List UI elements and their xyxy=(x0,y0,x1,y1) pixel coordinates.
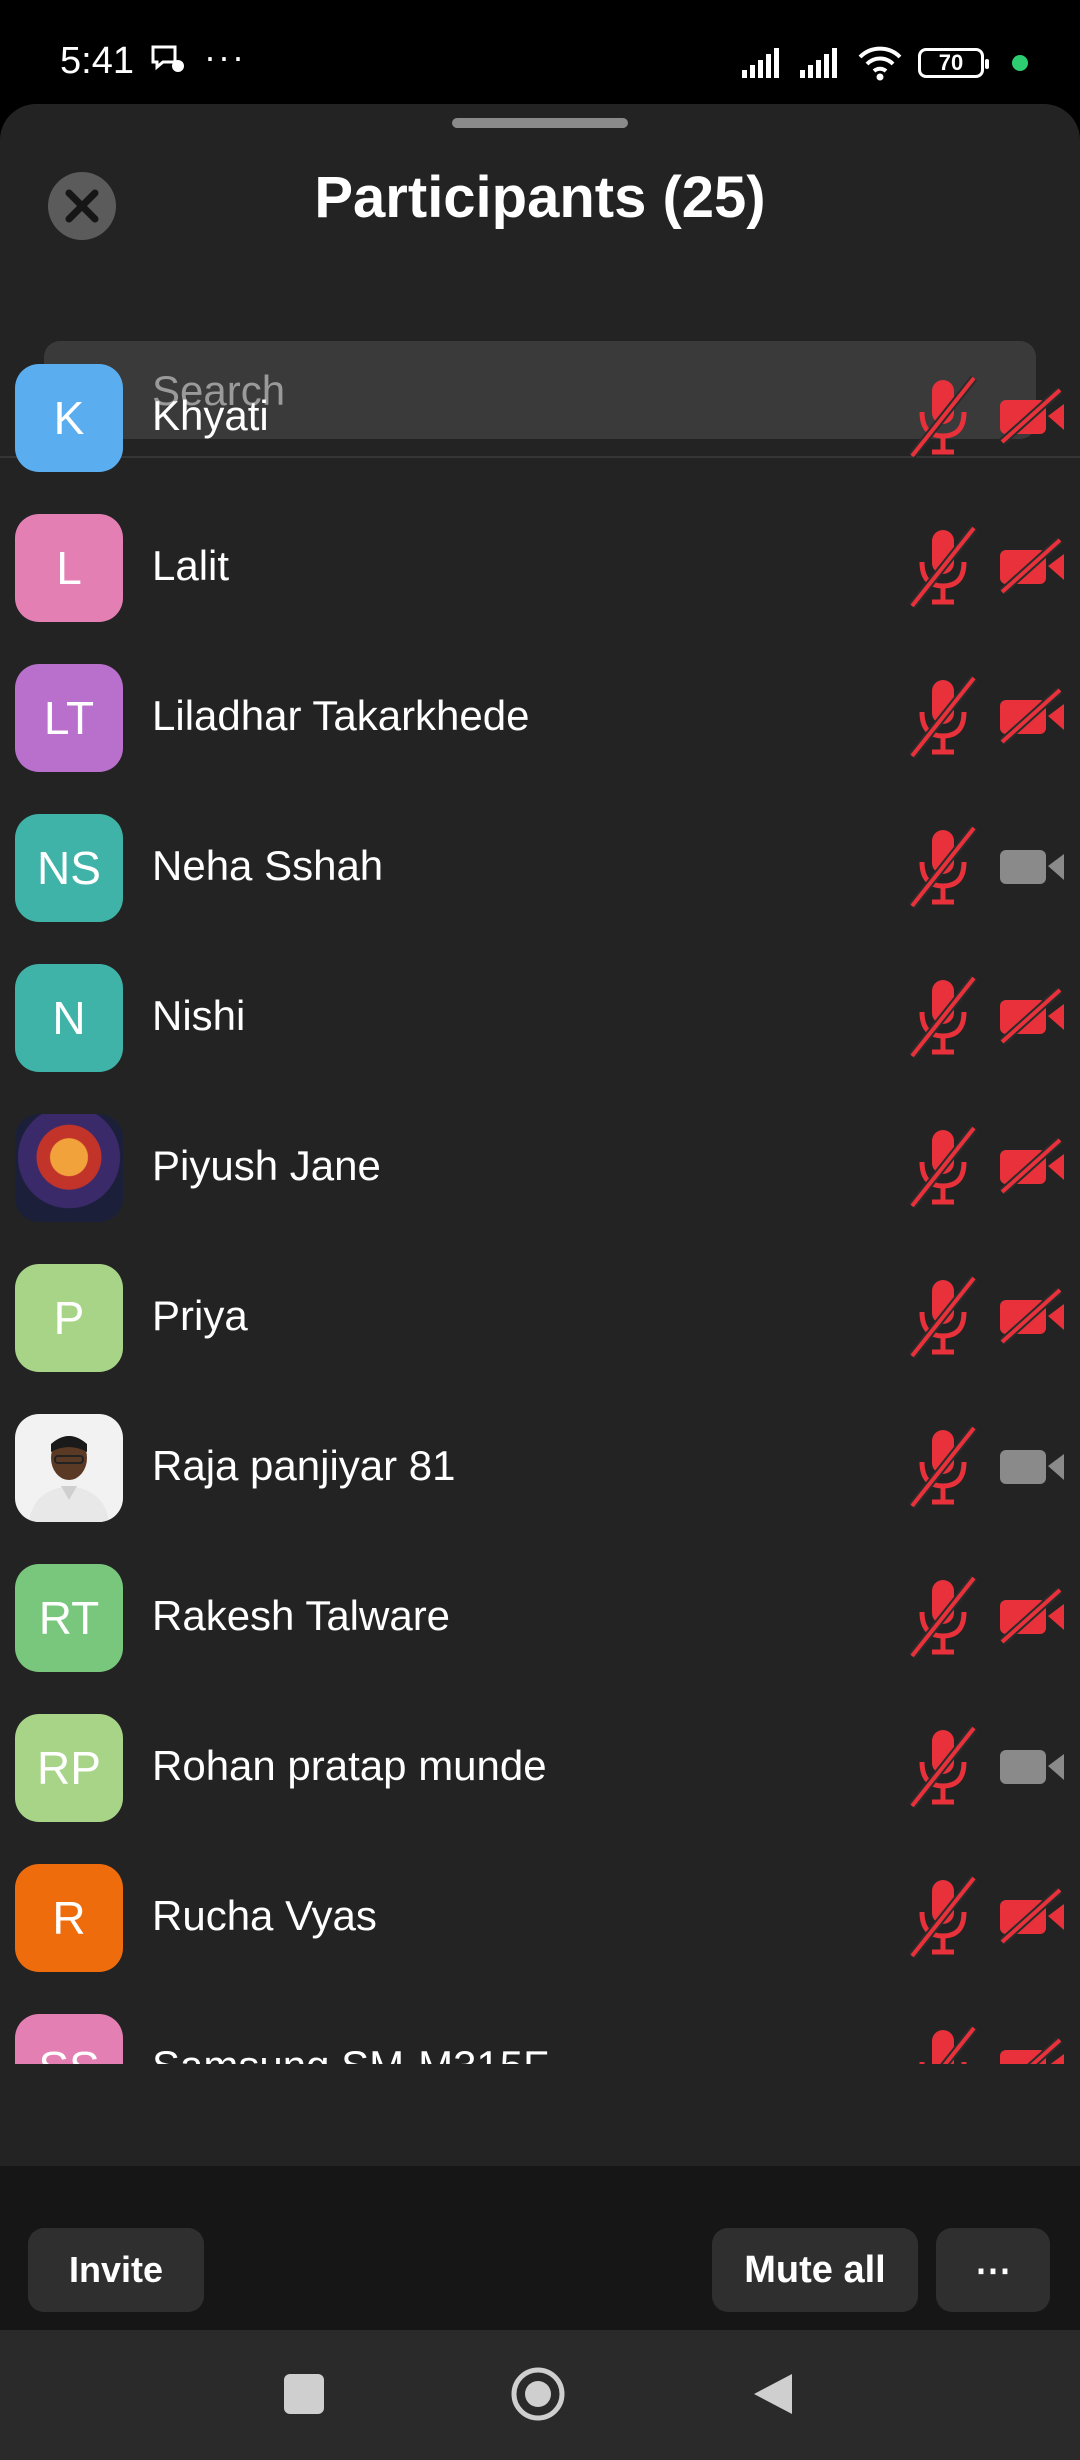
more-notifications-icon: ··· xyxy=(204,36,246,77)
avatar: RP xyxy=(15,1714,123,1822)
camera-on-icon[interactable] xyxy=(998,838,1066,894)
camera-off-icon[interactable] xyxy=(998,388,1066,444)
avatar: N xyxy=(15,964,123,1072)
mic-muted-icon[interactable] xyxy=(908,1274,978,1360)
participant-row[interactable]: Raja panjiyar 81 xyxy=(0,1404,1080,1554)
invite-button[interactable]: Invite xyxy=(28,2228,204,2312)
mic-muted-icon[interactable] xyxy=(908,524,978,610)
avatar: SS xyxy=(15,2014,123,2064)
status-bar: 5:41 ··· 70 xyxy=(0,0,1080,104)
participant-name: Priya xyxy=(152,1292,248,1339)
participant-row[interactable]: R Rucha Vyas xyxy=(0,1854,1080,2004)
participant-row[interactable]: RT Rakesh Talware xyxy=(0,1554,1080,1704)
bottom-toolbar: Invite Mute all ⋯ xyxy=(0,2166,1080,2330)
battery-indicator: 70 xyxy=(918,48,989,78)
camera-off-icon[interactable] xyxy=(998,1288,1066,1344)
recents-button[interactable] xyxy=(284,2374,324,2414)
participant-name: Raja panjiyar 81 xyxy=(152,1442,456,1489)
mic-muted-icon[interactable] xyxy=(908,374,978,460)
participant-row[interactable]: RP Rohan pratap munde xyxy=(0,1704,1080,1854)
chat-notification-icon xyxy=(151,45,184,72)
participant-row[interactable]: P Priya xyxy=(0,1254,1080,1404)
camera-off-icon[interactable] xyxy=(998,988,1066,1044)
avatar: L xyxy=(15,514,123,622)
participant-name: Rohan pratap munde xyxy=(152,1742,547,1789)
camera-off-icon[interactable] xyxy=(998,538,1066,594)
signal-icon xyxy=(742,48,779,78)
camera-off-icon[interactable] xyxy=(998,1138,1066,1194)
participant-row[interactable]: LT Liladhar Takarkhede xyxy=(0,654,1080,804)
avatar xyxy=(15,1414,123,1522)
signal-icon-2 xyxy=(800,48,837,78)
participant-row[interactable]: SS Samsung SM-M315F xyxy=(0,2004,1080,2064)
drag-handle[interactable] xyxy=(452,118,628,128)
participant-row[interactable]: K Khyati xyxy=(0,354,1080,504)
camera-on-icon[interactable] xyxy=(998,1738,1066,1794)
participant-name: Liladhar Takarkhede xyxy=(152,692,530,739)
home-button[interactable] xyxy=(510,2366,566,2422)
page-title: Participants (25) xyxy=(314,165,766,230)
mute-all-button[interactable]: Mute all xyxy=(712,2228,918,2312)
privacy-indicator-dot xyxy=(1012,55,1028,71)
camera-on-icon[interactable] xyxy=(998,1438,1066,1494)
camera-off-icon[interactable] xyxy=(998,688,1066,744)
participant-name: Neha Sshah xyxy=(152,842,384,889)
avatar xyxy=(15,1114,123,1222)
avatar: RT xyxy=(15,1564,123,1672)
participant-row[interactable]: N Nishi xyxy=(0,954,1080,1104)
participant-name: Lalit xyxy=(152,542,230,589)
participant-row[interactable]: NS Neha Sshah xyxy=(0,804,1080,954)
camera-off-icon[interactable] xyxy=(998,1888,1066,1944)
mic-muted-icon[interactable] xyxy=(908,674,978,760)
mic-muted-icon[interactable] xyxy=(908,1424,978,1510)
mic-muted-icon[interactable] xyxy=(908,1124,978,1210)
camera-off-icon[interactable] xyxy=(998,1588,1066,1644)
participant-row[interactable]: Piyush Jane xyxy=(0,1104,1080,1254)
participant-row[interactable]: L Lalit xyxy=(0,504,1080,654)
mic-muted-icon[interactable] xyxy=(908,1574,978,1660)
participant-name: Piyush Jane xyxy=(152,1142,381,1189)
participant-name: Nishi xyxy=(152,992,246,1039)
participant-name: Rakesh Talware xyxy=(152,1592,451,1639)
wifi-icon xyxy=(858,46,902,81)
mic-muted-icon[interactable] xyxy=(908,1724,978,1810)
mic-muted-icon[interactable] xyxy=(908,974,978,1060)
more-options-button[interactable]: ⋯ xyxy=(936,2228,1050,2312)
participant-name: Samsung SM-M315F xyxy=(152,2042,549,2064)
avatar: P xyxy=(15,1264,123,1372)
system-navigation-bar xyxy=(0,2330,1080,2460)
mic-muted-icon[interactable] xyxy=(908,2024,978,2064)
camera-off-icon[interactable] xyxy=(998,2038,1066,2064)
avatar: NS xyxy=(15,814,123,922)
back-button[interactable] xyxy=(750,2370,796,2418)
mic-muted-icon[interactable] xyxy=(908,1874,978,1960)
avatar: R xyxy=(15,1864,123,1972)
participant-name: Khyati xyxy=(152,392,269,439)
status-icons: 70 xyxy=(740,46,1028,81)
participant-list[interactable]: K Khyati L Lalit LT Liladhar Takarkhede NS Neha… xyxy=(0,354,1080,2064)
avatar: LT xyxy=(15,664,123,772)
avatar: K xyxy=(15,364,123,472)
status-time: 5:41 xyxy=(60,40,134,82)
participant-name: Rucha Vyas xyxy=(152,1892,377,1939)
mic-muted-icon[interactable] xyxy=(908,824,978,910)
